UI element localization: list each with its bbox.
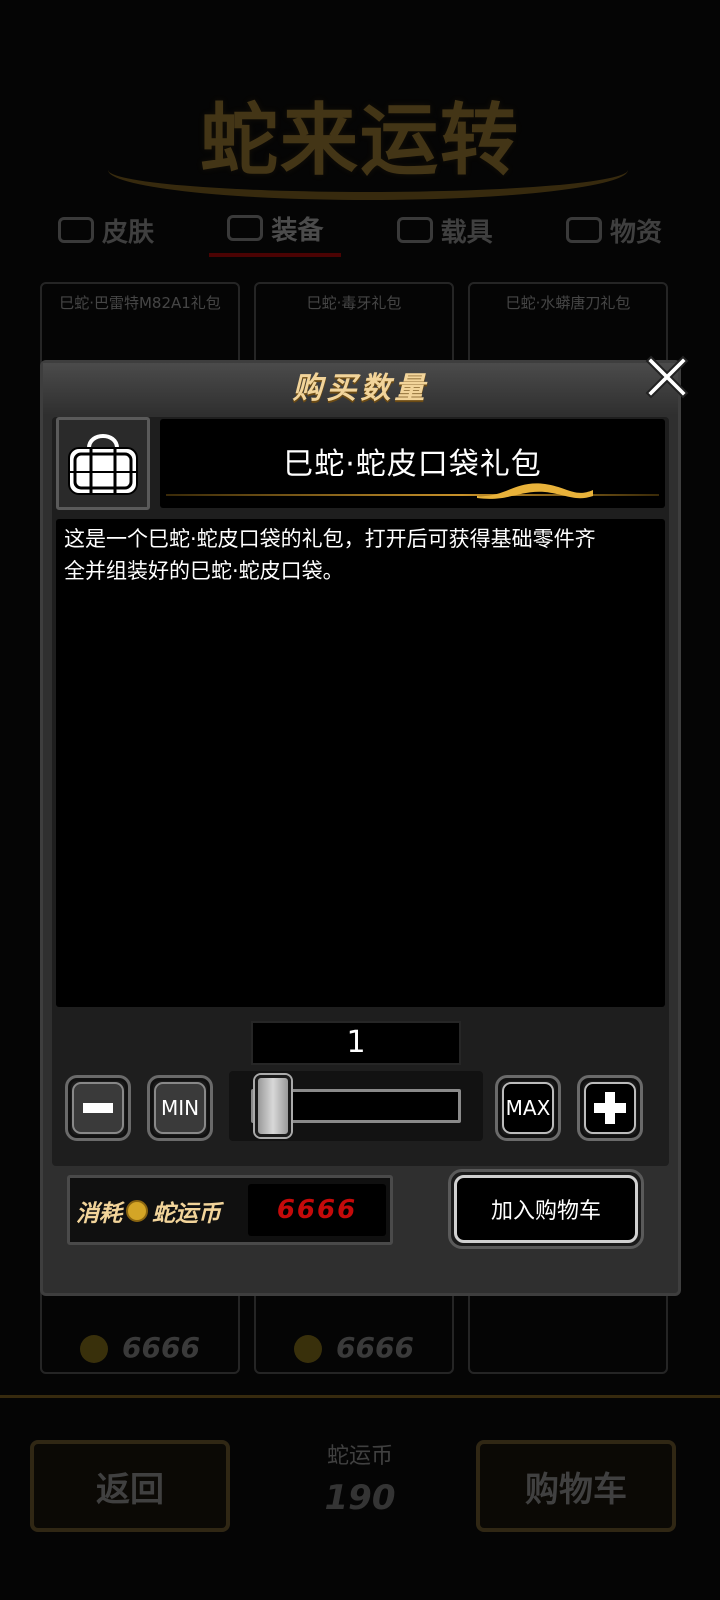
cost-currency: 蛇运币 xyxy=(152,1201,221,1227)
cost-value-panel: 6666 xyxy=(248,1184,386,1236)
quantity-value: 1 xyxy=(251,1021,461,1065)
item-description-panel: 这是一个巳蛇·蛇皮口袋的礼包，打开后可获得基础零件齐 全并组装好的巳蛇·蛇皮口袋… xyxy=(56,519,665,1007)
cost-prefix: 消耗 xyxy=(76,1201,122,1227)
add-to-cart-button[interactable]: 加入购物车 xyxy=(448,1169,644,1249)
product-price: 6666 xyxy=(256,1331,452,1364)
item-name-panel: 巳蛇·蛇皮口袋礼包 xyxy=(160,419,665,508)
coin-icon xyxy=(126,1200,148,1222)
item-description: 这是一个巳蛇·蛇皮口袋的礼包，打开后可获得基础零件齐 全并组装好的巳蛇·蛇皮口袋… xyxy=(64,527,596,583)
tab-label: 装备 xyxy=(271,215,324,246)
increase-button[interactable] xyxy=(577,1075,643,1141)
quantity-controls: MIN MAX xyxy=(52,1067,669,1149)
crate-icon xyxy=(565,217,602,243)
product-price: 6666 xyxy=(42,1331,238,1364)
minus-icon xyxy=(72,1082,124,1134)
tab-skin[interactable]: 皮肤 xyxy=(40,206,172,255)
snake-decoration xyxy=(108,140,628,200)
tab-vehicle[interactable]: 载具 xyxy=(379,206,511,255)
plus-icon xyxy=(584,1082,636,1134)
box-icon xyxy=(58,217,94,243)
currency-label: 蛇运币 xyxy=(326,1444,393,1469)
cost-value: 6666 xyxy=(276,1195,358,1225)
cost-panel: 消耗 蛇运币 6666 xyxy=(67,1175,393,1245)
add-to-cart-label: 加入购物车 xyxy=(454,1175,638,1243)
tab-label: 载具 xyxy=(440,217,493,248)
product-name: 巳蛇·毒牙礼包 xyxy=(306,294,402,312)
purchase-quantity-dialog: 购买数量 巳蛇·蛇皮口袋礼包 这是一个巳蛇·蛇皮口袋的礼包，打开后可获得基础零件… xyxy=(40,360,681,1296)
cost-label: 消耗 蛇运币 xyxy=(76,1194,221,1228)
shield-icon xyxy=(227,215,264,241)
tab-label: 物资 xyxy=(609,217,662,248)
product-name: 巳蛇·水蟒唐刀礼包 xyxy=(505,294,631,312)
tab-supplies[interactable]: 物资 xyxy=(548,206,680,255)
back-button[interactable]: 返回 xyxy=(30,1440,230,1532)
currency-display: 蛇运币 190 xyxy=(300,1438,420,1518)
bag-icon xyxy=(56,417,150,510)
bottom-divider xyxy=(0,1395,720,1407)
quantity-slider[interactable] xyxy=(229,1071,483,1141)
min-button[interactable]: MIN xyxy=(147,1075,213,1141)
close-icon xyxy=(645,355,689,399)
dialog-header: 购买数量 xyxy=(43,363,678,415)
category-tabs: 皮肤 装备 载具 物资 xyxy=(40,200,680,260)
max-label: MAX xyxy=(502,1082,554,1134)
dialog-body: 巳蛇·蛇皮口袋礼包 这是一个巳蛇·蛇皮口袋的礼包，打开后可获得基础零件齐 全并组… xyxy=(52,417,669,1166)
max-button[interactable]: MAX xyxy=(495,1075,561,1141)
decrease-button[interactable] xyxy=(65,1075,131,1141)
snake-wave-decoration xyxy=(477,483,593,499)
cart-button[interactable]: 购物车 xyxy=(476,1440,676,1532)
dialog-title: 购买数量 xyxy=(292,371,429,406)
close-button[interactable] xyxy=(642,352,692,402)
slider-thumb[interactable] xyxy=(255,1075,291,1137)
currency-value: 190 xyxy=(324,1478,396,1518)
min-label: MIN xyxy=(154,1082,206,1134)
tab-equipment[interactable]: 装备 xyxy=(209,204,342,257)
product-name: 巳蛇·巴雷特M82A1礼包 xyxy=(59,294,221,312)
car-icon xyxy=(396,217,433,243)
tab-label: 皮肤 xyxy=(102,217,155,248)
